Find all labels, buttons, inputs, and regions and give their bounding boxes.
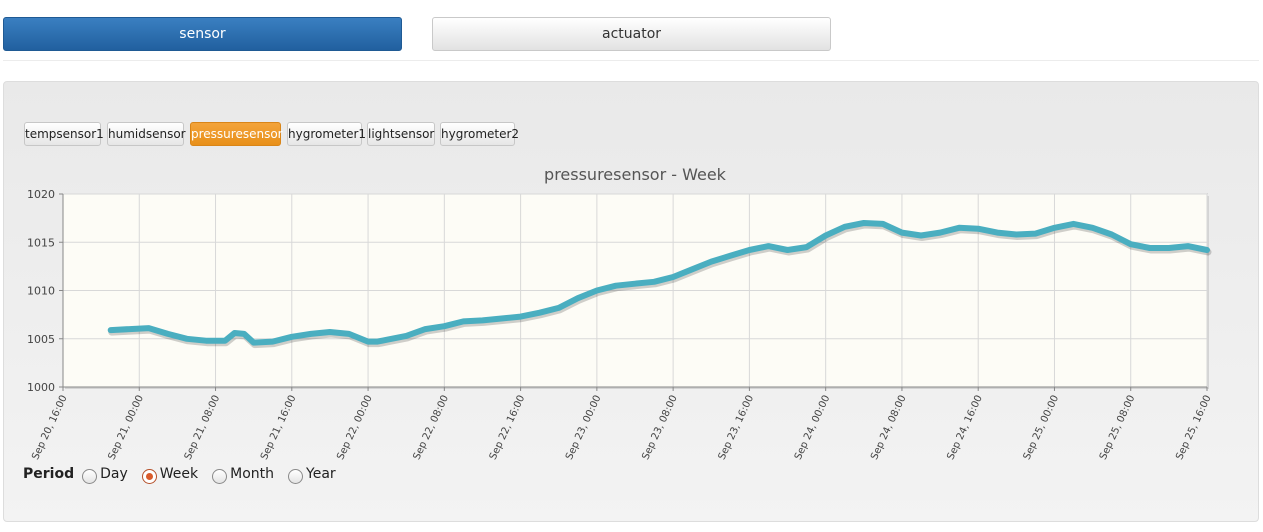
radio-week[interactable] bbox=[141, 468, 157, 484]
y-tick-label: 1010 bbox=[27, 285, 55, 298]
radio-month[interactable] bbox=[212, 468, 228, 484]
x-tick-label: Sep 24, 08:00 bbox=[869, 394, 909, 462]
period-selector: Period Day Week Month Year bbox=[23, 462, 350, 486]
period-option-day[interactable]: Day bbox=[82, 466, 128, 484]
x-tick-label: Sep 22, 16:00 bbox=[488, 394, 528, 462]
x-tick-label: Sep 22, 08:00 bbox=[412, 394, 452, 462]
period-week-label: Week bbox=[159, 466, 199, 482]
x-tick-label: Sep 25, 00:00 bbox=[1022, 394, 1062, 462]
x-tick-label: Sep 23, 16:00 bbox=[717, 394, 757, 462]
y-tick-label: 1000 bbox=[27, 381, 55, 394]
y-tick-label: 1005 bbox=[27, 333, 55, 346]
x-tick-label: Sep 25, 08:00 bbox=[1098, 394, 1138, 462]
period-option-year[interactable]: Year bbox=[288, 466, 336, 484]
x-tick-label: Sep 21, 00:00 bbox=[106, 394, 146, 462]
pressure-chart: pressuresensor - Week 1020 1015 1010 1005 100… bbox=[27, 165, 1214, 462]
period-label: Period bbox=[23, 466, 75, 482]
period-month-label: Month bbox=[230, 466, 275, 482]
x-tick-label: Sep 22, 00:00 bbox=[335, 394, 375, 462]
x-tick-label: Sep 23, 08:00 bbox=[640, 394, 680, 462]
chart-title: pressuresensor - Week bbox=[544, 165, 727, 184]
period-option-week[interactable]: Week bbox=[141, 466, 199, 484]
radio-year[interactable] bbox=[288, 468, 304, 484]
x-tick-label: Sep 20, 16:00 bbox=[30, 394, 70, 462]
x-tick-label: Sep 24, 00:00 bbox=[793, 394, 833, 462]
period-day-label: Day bbox=[100, 466, 128, 482]
x-tick-label: Sep 25, 16:00 bbox=[1174, 394, 1214, 462]
radio-day[interactable] bbox=[82, 468, 98, 484]
y-tick-label: 1015 bbox=[27, 236, 55, 249]
y-tick-label: 1020 bbox=[27, 188, 55, 201]
period-year-label: Year bbox=[306, 466, 336, 482]
x-tick-label: Sep 24, 16:00 bbox=[945, 394, 985, 462]
x-tick-label: Sep 21, 08:00 bbox=[183, 394, 223, 462]
x-tick-label: Sep 21, 16:00 bbox=[259, 394, 299, 462]
x-tick-label: Sep 23, 00:00 bbox=[564, 394, 604, 462]
period-option-month[interactable]: Month bbox=[212, 466, 275, 484]
